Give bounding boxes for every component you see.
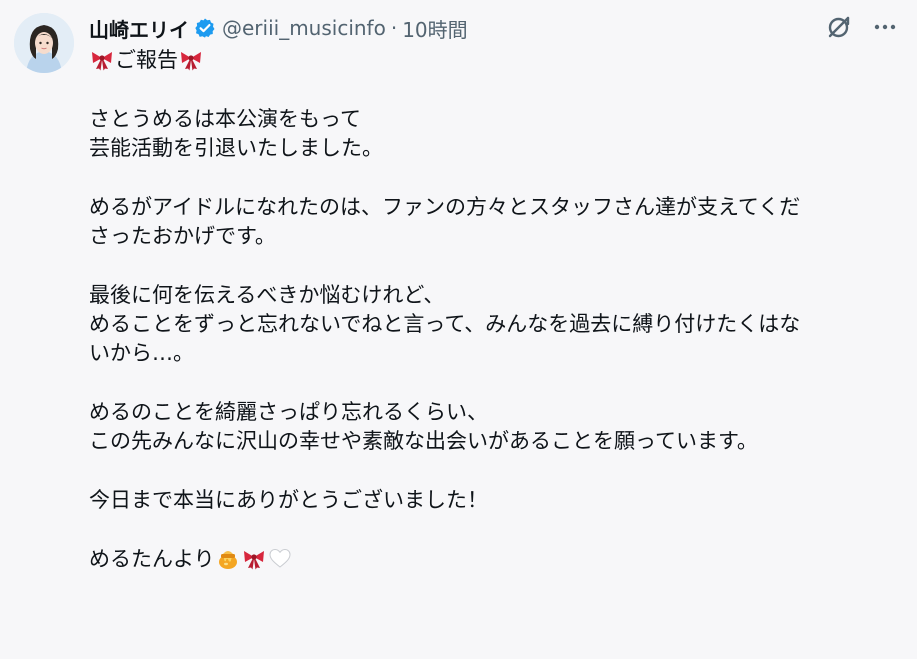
text-line: 最後に何を伝えるべきか悩むけれど、 bbox=[89, 283, 445, 307]
post-header: 山崎エリイ @eriii_musicinfo · 10時間 bbox=[89, 13, 468, 43]
avatar-image bbox=[14, 13, 74, 73]
verified-badge-icon bbox=[194, 17, 216, 39]
post-text: ご報告 さとうめるは本公演をもって 芸能活動を引退いたしました。 めるがアイドル… bbox=[89, 46, 899, 574]
white-heart-emoji bbox=[269, 548, 291, 568]
text-line: いから…。 bbox=[89, 341, 194, 365]
grok-icon[interactable] bbox=[825, 13, 853, 41]
avatar[interactable] bbox=[14, 13, 74, 73]
text-line: さったおかげです。 bbox=[89, 224, 276, 248]
author-handle[interactable]: @eriii_musicinfo bbox=[222, 16, 386, 40]
text-line: この先みんなに沢山の幸せや素敵な出会いがあることを願っています。 bbox=[89, 429, 758, 453]
text-line: 芸能活動を引退いたしました。 bbox=[89, 136, 383, 160]
separator-dot: · bbox=[390, 16, 398, 40]
text-line: めるがアイドルになれたのは、ファンの方々とスタッフさん達が支えてくだ bbox=[89, 195, 801, 219]
more-icon[interactable] bbox=[871, 13, 899, 41]
signature: めるたんより bbox=[89, 547, 215, 571]
text-line: さとうめるは本公演をもって bbox=[89, 107, 361, 131]
ribbon-emoji bbox=[181, 52, 201, 71]
post-actions bbox=[825, 13, 899, 41]
post-title: ご報告 bbox=[115, 48, 178, 72]
ribbon-emoji bbox=[92, 52, 112, 71]
text-line: めるのことを綺麗さっぱり忘れるくらい、 bbox=[89, 400, 488, 424]
signature-line: めるたんより bbox=[89, 545, 899, 574]
post-title-line: ご報告 bbox=[89, 46, 899, 75]
honey-pot-emoji bbox=[218, 551, 237, 569]
text-line: 今日まで本当にありがとうございました！ bbox=[89, 488, 488, 512]
display-name[interactable]: 山崎エリイ bbox=[89, 14, 189, 43]
post-time[interactable]: 10時間 bbox=[402, 14, 467, 43]
ribbon-emoji bbox=[243, 551, 264, 570]
post: 山崎エリイ @eriii_musicinfo · 10時間 ご報告 さとうめるは… bbox=[0, 0, 917, 659]
text-line: めることをずっと忘れないでねと言って、みんなを過去に縛り付けたくはな bbox=[89, 312, 801, 336]
